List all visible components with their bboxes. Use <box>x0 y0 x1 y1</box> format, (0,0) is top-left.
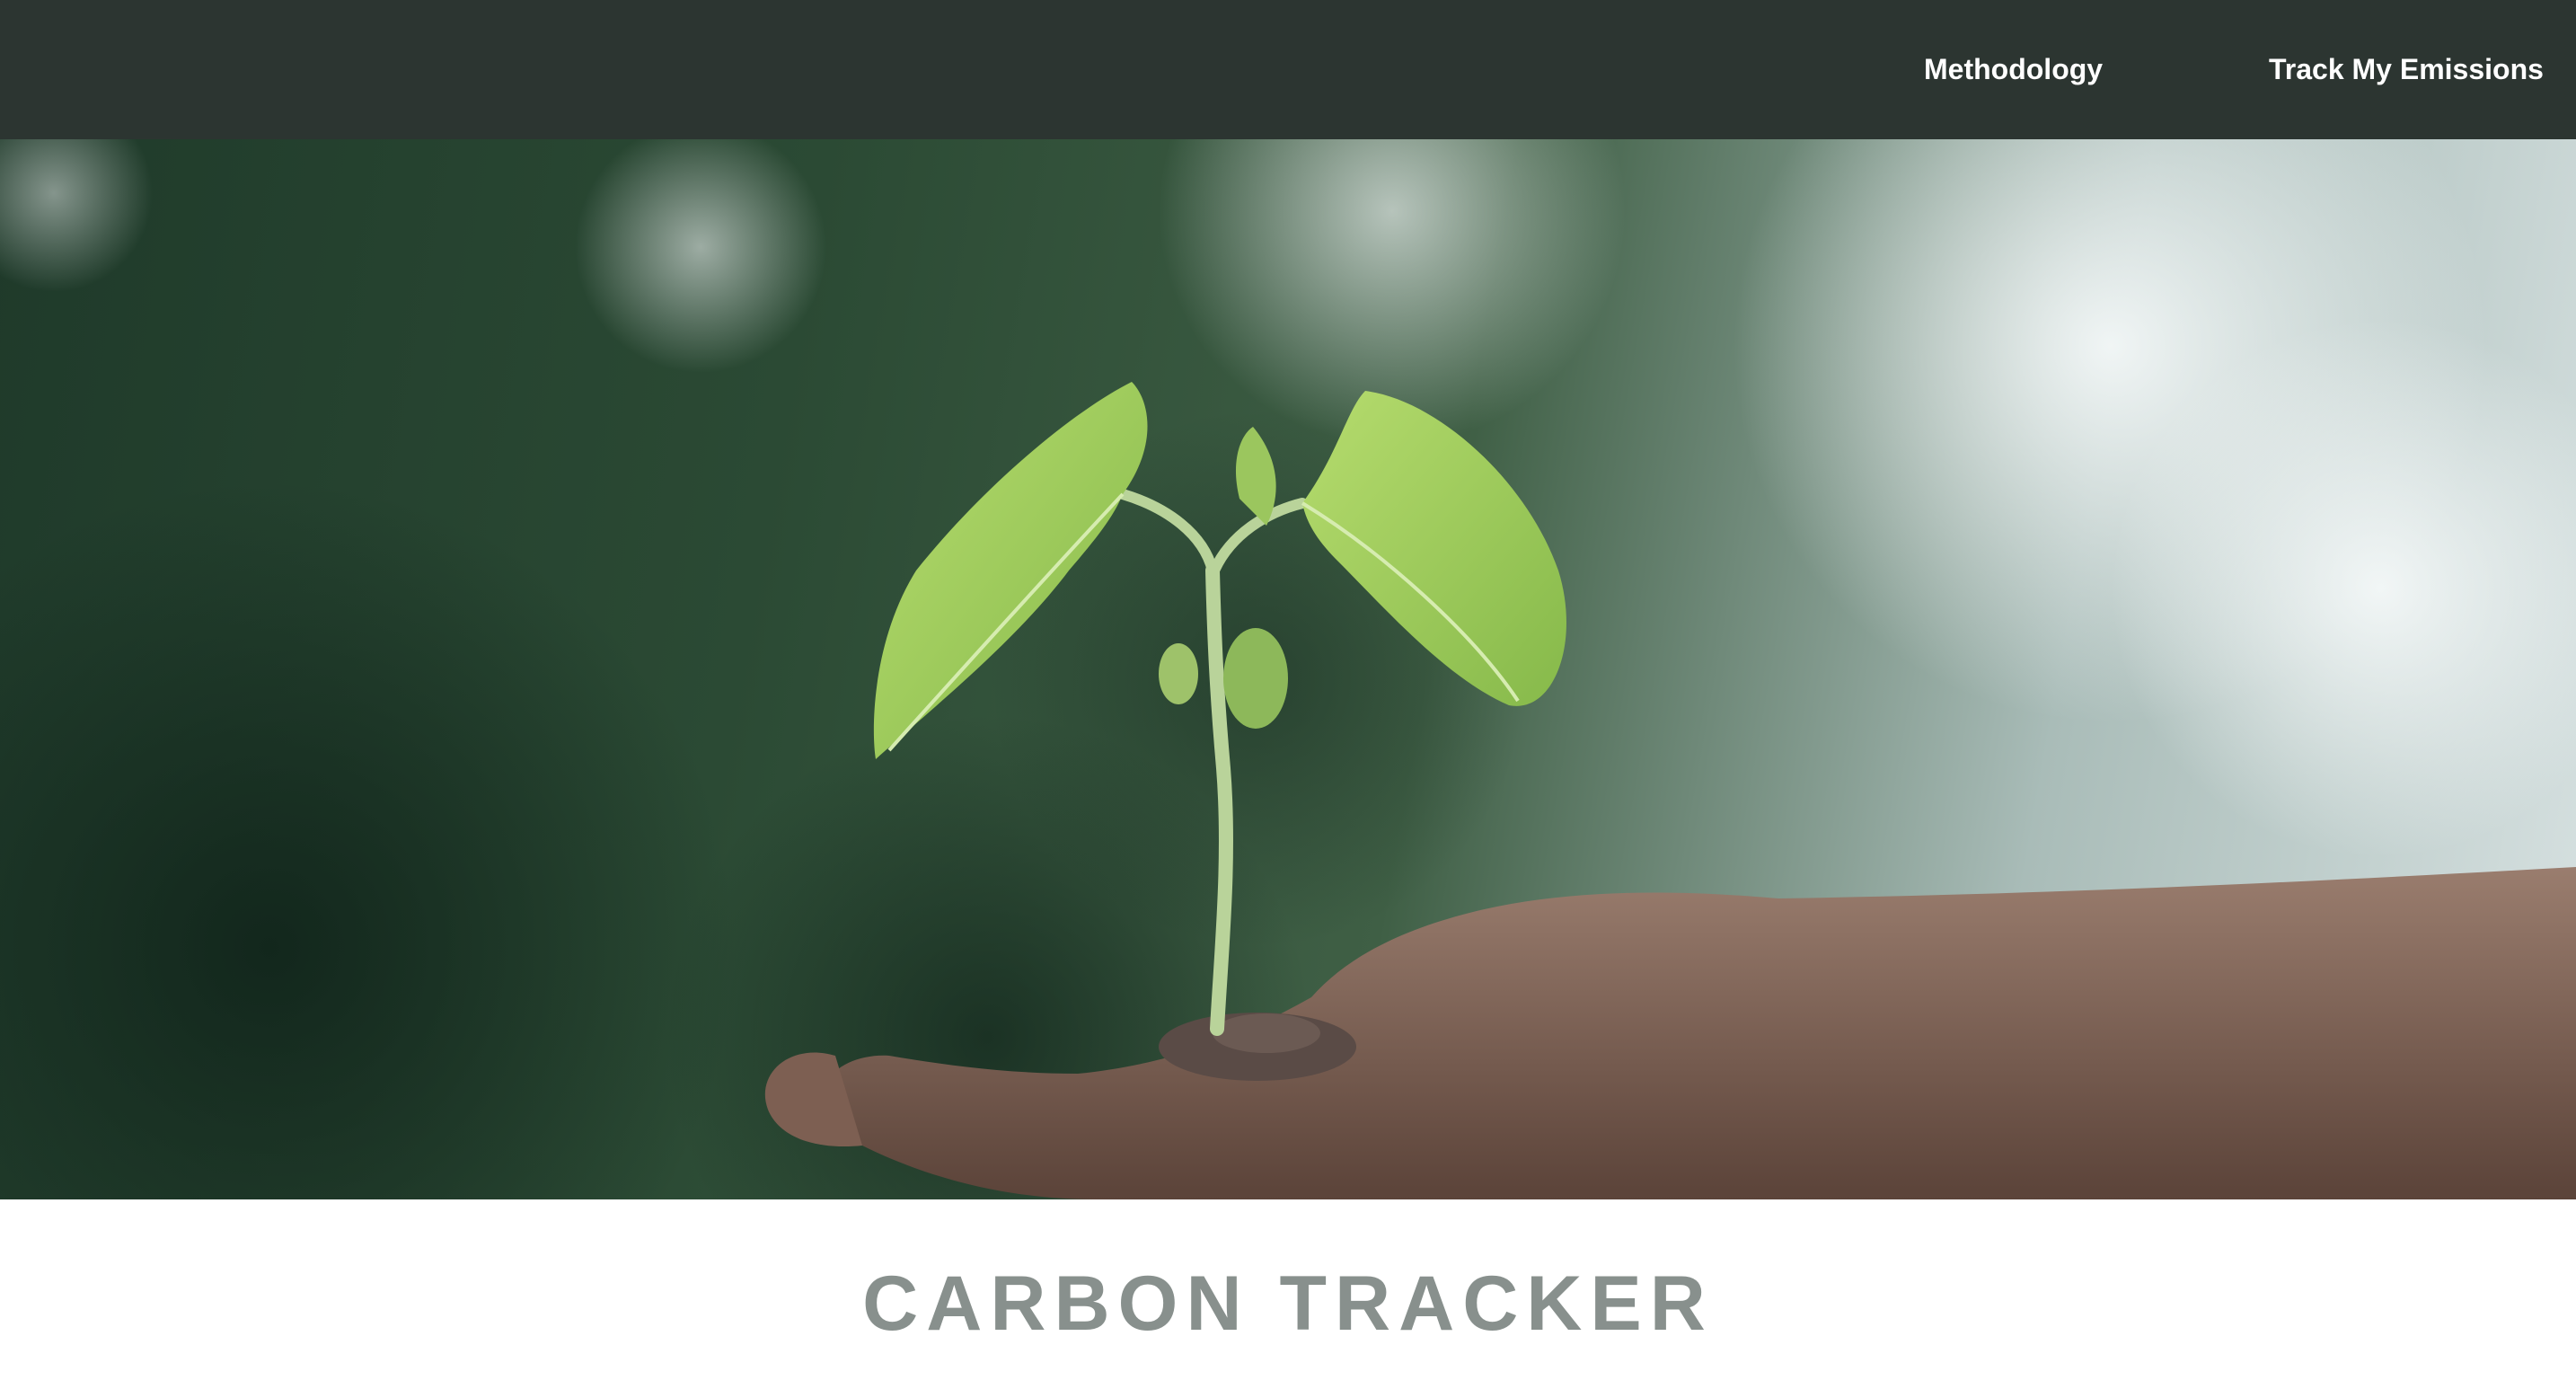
page-title: CARBON TRACKER <box>862 1261 1714 1347</box>
nav-link-methodology[interactable]: Methodology <box>1924 0 2103 139</box>
hero-image <box>0 139 2576 1199</box>
top-navbar: Methodology Track My Emissions <box>0 0 2576 139</box>
nav-link-track-my-emissions[interactable]: Track My Emissions <box>2269 0 2544 139</box>
title-section: CARBON TRACKER <box>0 1199 2576 1398</box>
hero-seedling-illustration <box>0 139 2576 1199</box>
